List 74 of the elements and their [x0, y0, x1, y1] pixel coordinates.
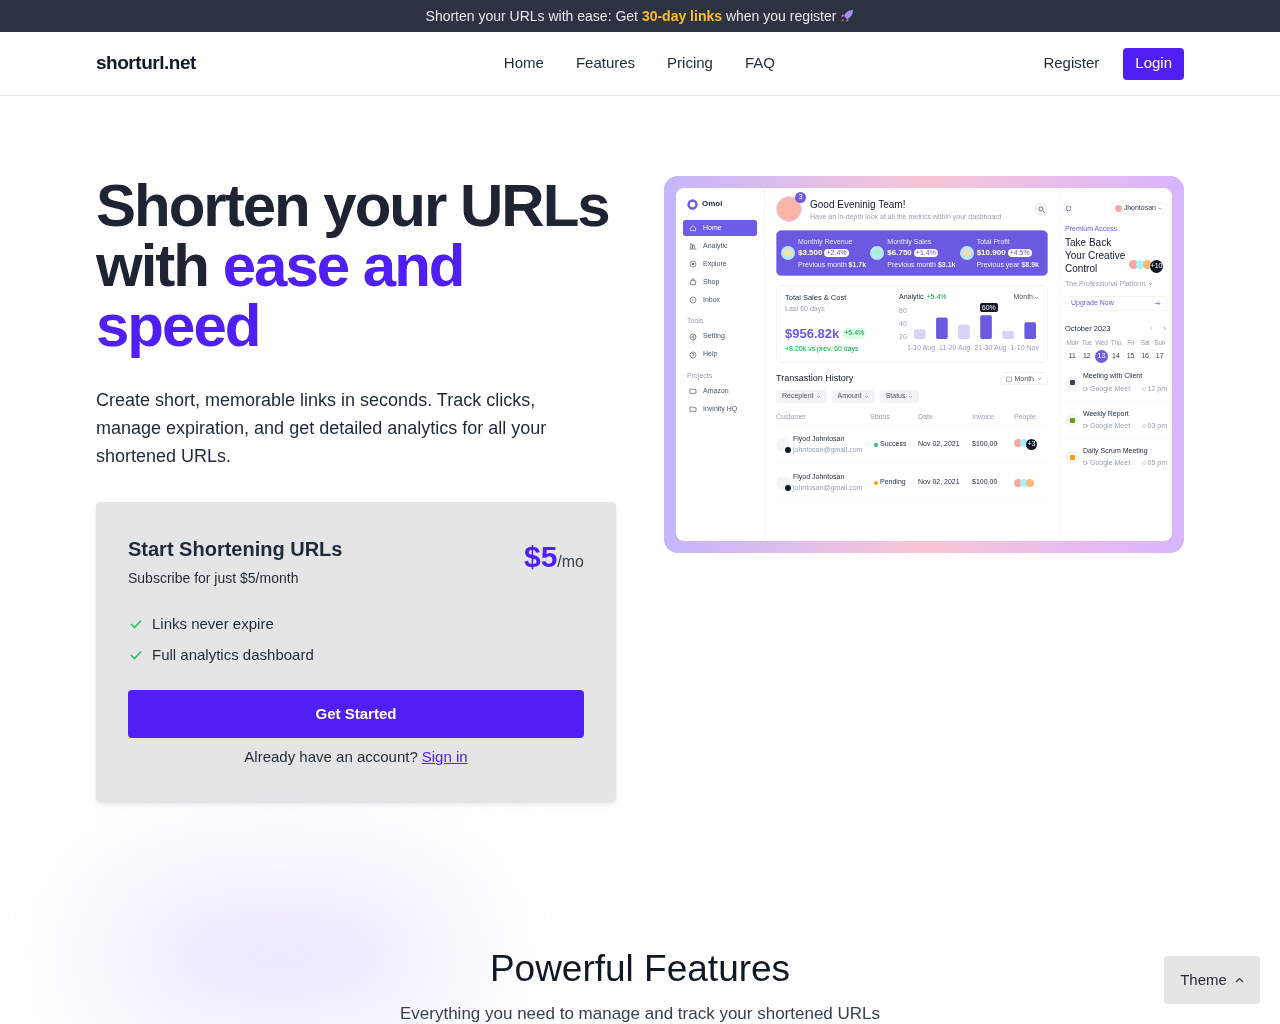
refresh-icon[interactable]	[1065, 204, 1072, 212]
section-title: Transastion History	[776, 372, 854, 385]
features-heading: Powerful Features	[489, 947, 791, 991]
search-icon	[1037, 205, 1045, 213]
hero-description: Create short, memorable links in seconds. Track clicks, manage expiration, and get detailed analytics for all your shortened URLs.	[96, 389, 548, 468]
plan-feature: Full analytics dashboard	[152, 644, 314, 665]
event-icon	[1065, 413, 1079, 427]
plan-price: $5	[523, 539, 558, 575]
avatar-badge	[785, 484, 791, 491]
app-brand: Omoi	[702, 198, 723, 210]
video-icon	[1083, 461, 1088, 466]
plan-title: Start Shortening URLs	[128, 537, 343, 562]
stat-value: $6.750	[887, 247, 912, 259]
signin-prompt: Already have an account?	[244, 747, 418, 767]
bag-icon	[689, 278, 697, 286]
event-icon	[1065, 375, 1079, 390]
chevron-down-icon	[1147, 281, 1153, 287]
avatar	[776, 475, 790, 490]
help-icon	[689, 350, 697, 359]
hero-heading: Shorten your URLs with ease and speed	[96, 176, 610, 356]
chat-icon	[689, 296, 697, 304]
login-button[interactable]: Login	[1123, 47, 1184, 80]
features-subtitle: Everything you need to manage and track your shortened URLs	[399, 1004, 881, 1024]
stat-value: $10.900	[976, 247, 1006, 259]
chevron-left-icon	[1149, 326, 1154, 332]
calendar-icon	[1005, 375, 1012, 382]
avatar	[776, 437, 790, 452]
arrow-right-icon	[1154, 300, 1161, 307]
promo-title: Take Back Your Creative Control	[1065, 235, 1127, 275]
theme-button[interactable]: Theme	[1164, 956, 1260, 1004]
event-icon	[1065, 450, 1079, 464]
nav-link[interactable]: Home	[503, 52, 544, 75]
video-icon	[1083, 424, 1088, 429]
clock-icon	[1141, 424, 1146, 429]
chevron-down-icon	[1158, 205, 1163, 211]
stat-icon	[959, 246, 974, 260]
plan-feature: Links never expire	[152, 614, 274, 634]
plan-subtitle: Subscribe for just $5/month	[128, 569, 300, 588]
greeting-title: Good Eveninig Team!	[810, 198, 907, 212]
site-logo[interactable]: shorturl.net	[96, 49, 196, 78]
settings-icon	[689, 332, 697, 341]
chart-icon	[689, 242, 697, 250]
chevron-down-icon	[863, 393, 869, 399]
home-icon	[689, 224, 697, 232]
chevron-down-icon	[1037, 376, 1042, 382]
clock-icon	[1141, 386, 1146, 391]
register-link[interactable]: Register	[1043, 52, 1100, 75]
nav-link[interactable]: Pricing	[667, 52, 713, 75]
caret-icon	[1234, 977, 1244, 983]
chevron-right-icon	[1162, 326, 1167, 332]
rocket-icon	[840, 9, 855, 23]
sales-amount: $956.82k	[785, 324, 840, 343]
price-period: /mo	[557, 553, 584, 572]
chevron-down-icon	[1034, 294, 1039, 300]
signin-link[interactable]: Sign in	[421, 746, 468, 769]
nav-link[interactable]: Features	[575, 52, 636, 75]
avatar-badge	[785, 446, 791, 453]
get-started-button[interactable]: Get Started	[128, 690, 584, 738]
logo-icon	[687, 198, 698, 210]
folder-icon	[689, 387, 697, 395]
announcement-text: Shorten your URLs with ease: Get 30-day links when you register	[425, 6, 837, 26]
stat-icon	[781, 246, 795, 260]
avatar	[1114, 204, 1122, 212]
clock-icon	[1141, 461, 1146, 466]
stat-icon	[870, 246, 885, 260]
avatar	[776, 196, 802, 222]
chevron-down-icon	[815, 393, 821, 399]
stat-value: $3.500	[798, 247, 823, 259]
folder-icon	[689, 405, 697, 413]
chevron-down-icon	[907, 393, 913, 399]
compass-icon	[689, 260, 697, 268]
search-button[interactable]	[1034, 202, 1048, 216]
nav-link[interactable]: FAQ	[744, 52, 775, 75]
video-icon	[1083, 386, 1088, 391]
